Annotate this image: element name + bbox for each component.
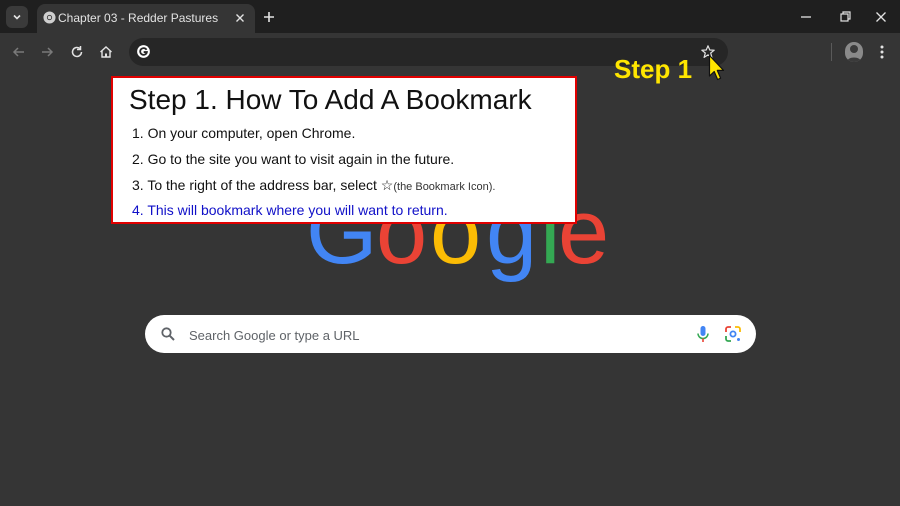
- tab-search-button[interactable]: [6, 6, 28, 28]
- plus-icon[interactable]: [260, 8, 278, 26]
- reload-icon[interactable]: [68, 43, 86, 61]
- tab-active[interactable]: Chapter 03 - Redder Pastures: [37, 4, 255, 33]
- toolbar: [0, 33, 900, 71]
- search-input[interactable]: [187, 318, 671, 352]
- home-icon[interactable]: [97, 43, 115, 61]
- star-glyph: ☆: [380, 177, 394, 193]
- avatar[interactable]: [845, 42, 863, 62]
- step-label: Step 1: [614, 54, 693, 84]
- instruction-callout: Step 1. How To Add A Bookmark 1. On your…: [111, 76, 577, 224]
- search-box[interactable]: [145, 315, 756, 353]
- window-close-icon[interactable]: [872, 8, 890, 26]
- google-lens-icon[interactable]: [724, 325, 742, 343]
- callout-step-1: 1. On your computer, open Chrome.: [132, 125, 356, 141]
- minimize-icon[interactable]: [797, 8, 815, 26]
- toolbar-divider: [831, 43, 832, 61]
- cursor-icon: [708, 54, 725, 81]
- tab-search-icon: [13, 14, 21, 20]
- microphone-icon[interactable]: [695, 325, 711, 343]
- restore-icon[interactable]: [836, 8, 854, 26]
- callout-title: Step 1. How To Add A Bookmark: [129, 84, 532, 115]
- google-g-icon: [137, 45, 150, 58]
- close-icon[interactable]: [232, 10, 248, 26]
- chrome-favicon-icon: [43, 11, 56, 24]
- search-icon: [161, 327, 175, 341]
- avatar-icon: [847, 45, 861, 62]
- tab-strip: Chapter 03 - Redder Pastures: [0, 0, 900, 33]
- kebab-menu-icon[interactable]: [874, 43, 890, 61]
- back-arrow-icon[interactable]: [10, 43, 28, 61]
- callout-step-3: 3. To the right of the address bar, sele…: [132, 177, 495, 194]
- callout-step-2: 2. Go to the site you want to visit agai…: [132, 151, 455, 167]
- tab-title: Chapter 03 - Redder Pastures: [58, 11, 219, 25]
- callout-step-4: 4. This will bookmark where you will wan…: [132, 202, 448, 218]
- forward-arrow-icon[interactable]: [38, 43, 56, 61]
- callout-step-3-note: (the Bookmark Icon).: [393, 181, 496, 193]
- callout-step-3-text: 3. To the right of the address bar, sele…: [132, 177, 377, 193]
